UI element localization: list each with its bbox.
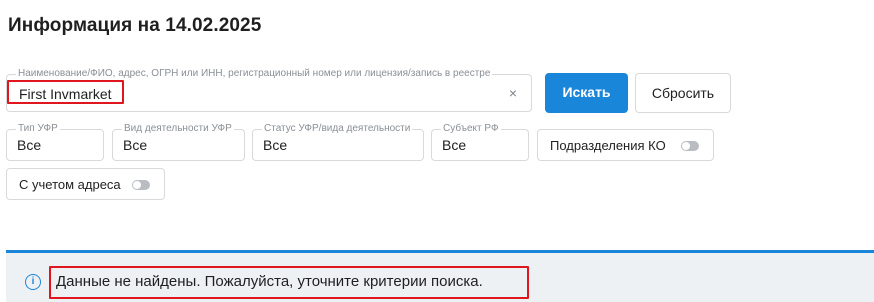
page-title: Информация на 14.02.2025 (8, 15, 262, 36)
activity-type-label: Вид деятельности УФР (122, 123, 234, 134)
address-toggle-label: С учетом адреса (19, 177, 121, 192)
search-field[interactable]: Наименование/ФИО, адрес, ОГРН или ИНН, р… (6, 68, 532, 112)
notice-text: Данные не найдены. Пожалуйста, уточните … (56, 273, 483, 290)
search-button[interactable]: Искать (545, 73, 628, 113)
address-switch[interactable] (132, 180, 150, 190)
region-value: Все (442, 137, 467, 153)
ufr-type-select[interactable]: Тип УФР Все (6, 123, 104, 161)
ko-divisions-label: Подразделения КО (550, 138, 666, 153)
activity-type-value: Все (123, 137, 148, 153)
ko-divisions-switch[interactable] (681, 141, 699, 151)
reset-button[interactable]: Сбросить (635, 73, 731, 113)
region-select[interactable]: Субъект РФ Все (431, 123, 529, 161)
ufr-type-label: Тип УФР (16, 123, 60, 134)
ufr-type-value: Все (17, 137, 42, 153)
activity-type-select[interactable]: Вид деятельности УФР Все (112, 123, 245, 161)
status-select[interactable]: Статус УФР/вида деятельности Все (252, 123, 424, 161)
close-icon[interactable]: × (509, 85, 517, 101)
status-value: Все (263, 137, 288, 153)
ko-divisions-toggle[interactable]: Подразделения КО (537, 129, 714, 161)
no-results-notice: i Данные не найдены. Пожалуйста, уточнит… (6, 253, 874, 302)
status-label: Статус УФР/вида деятельности (262, 123, 413, 134)
address-toggle[interactable]: С учетом адреса (6, 168, 165, 200)
search-field-label: Наименование/ФИО, адрес, ОГРН или ИНН, р… (16, 68, 493, 79)
info-icon: i (25, 274, 41, 290)
region-label: Субъект РФ (441, 123, 501, 134)
search-input[interactable]: First Invmarket (19, 86, 112, 102)
